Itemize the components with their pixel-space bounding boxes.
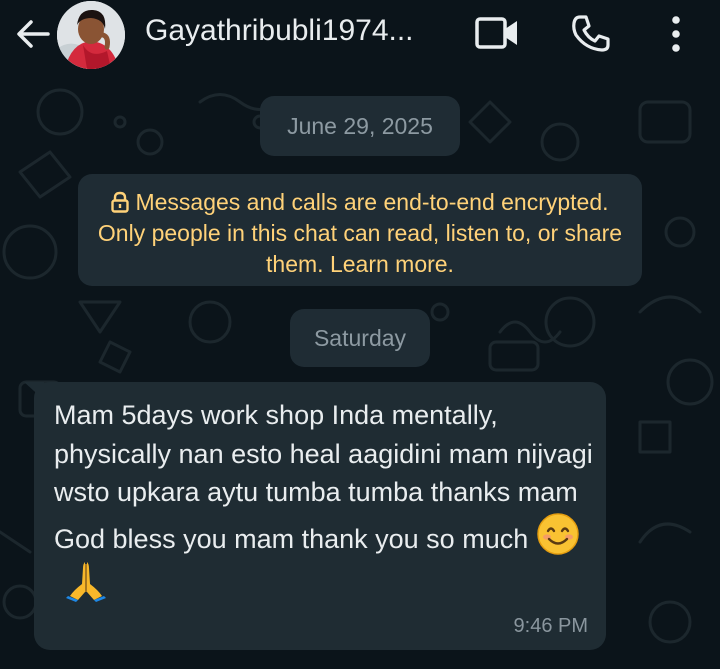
message-text: Mam 5days work shop Inda mentally, physi…	[54, 400, 593, 554]
incoming-message-bubble[interactable]: Mam 5days work shop Inda mentally, physi…	[24, 382, 606, 650]
folded-hands-icon	[66, 562, 106, 602]
contact-name[interactable]: Gayathribubli1974...	[145, 14, 445, 48]
chat-header: Gayathribubli1974...	[0, 0, 720, 82]
avatar-image	[57, 1, 125, 69]
day-separator: Saturday	[290, 309, 430, 367]
date-separator: June 29, 2025	[260, 96, 460, 156]
message-timestamp: 9:46 PM	[513, 615, 588, 637]
video-camera-icon[interactable]	[474, 14, 520, 52]
phone-icon[interactable]	[570, 13, 612, 55]
avatar[interactable]	[57, 1, 125, 69]
lock-icon	[111, 191, 130, 213]
encryption-notice[interactable]: Messages and calls are end-to-end encryp…	[78, 174, 642, 286]
more-vertical-icon[interactable]	[664, 12, 688, 56]
encryption-text: Messages and calls are end-to-end encryp…	[97, 189, 623, 277]
encryption-notice-text: Messages and calls are end-to-end encryp…	[94, 187, 626, 280]
message-content: Mam 5days work shop Inda mentally, physi…	[54, 396, 594, 605]
smiling-face-icon	[537, 512, 579, 555]
arrow-left-icon[interactable]	[14, 16, 52, 52]
bubble-tail	[24, 382, 44, 400]
